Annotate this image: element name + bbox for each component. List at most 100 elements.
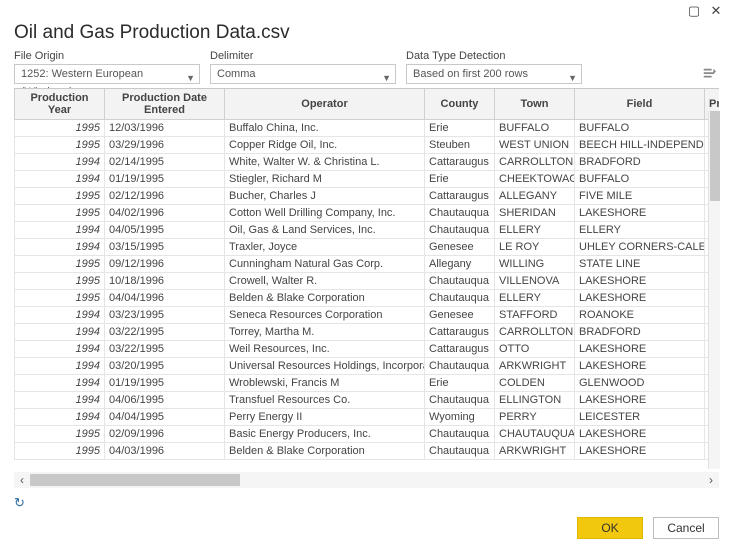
table-row[interactable]: 199510/18/1996Crowell, Walter R.Chautauq… (15, 273, 720, 290)
cell-town: OTTO (495, 341, 575, 358)
table-row[interactable]: 199504/02/1996Cotton Well Drilling Compa… (15, 205, 720, 222)
file-origin-select[interactable]: 1252: Western European (Windows) ▼ (14, 64, 200, 84)
refresh-icon[interactable]: ↻ (14, 495, 25, 511)
cell-year: 1994 (15, 239, 105, 256)
col-field[interactable]: Field (575, 89, 705, 120)
hscroll-thumb[interactable] (30, 474, 240, 486)
hscroll-track[interactable] (30, 474, 703, 486)
cell-field: BEECH HILL-INDEPENDENCE (575, 137, 705, 154)
cell-date: 03/20/1995 (105, 358, 225, 375)
cell-field: UHLEY CORNERS-CALEDONIA (575, 239, 705, 256)
table-row[interactable]: 199403/23/1995Seneca Resources Corporati… (15, 307, 720, 324)
table-row[interactable]: 199402/14/1995White, Walter W. & Christi… (15, 154, 720, 171)
cell-date: 04/02/1996 (105, 205, 225, 222)
cell-county: Erie (425, 375, 495, 392)
cell-town: WILLING (495, 256, 575, 273)
cell-town: STAFFORD (495, 307, 575, 324)
cell-field: LAKESHORE (575, 392, 705, 409)
cell-county: Chautauqua (425, 290, 495, 307)
col-production-date-entered[interactable]: Production Date Entered (105, 89, 225, 120)
table-row[interactable]: 199512/03/1996Buffalo China, Inc.ErieBUF… (15, 120, 720, 137)
close-icon[interactable]: ✕ (705, 3, 727, 19)
table-row[interactable]: 199403/20/1995Universal Resources Holdin… (15, 358, 720, 375)
page-title: Oil and Gas Production Data.csv (0, 22, 733, 50)
col-town[interactable]: Town (495, 89, 575, 120)
cell-field: LAKESHORE (575, 341, 705, 358)
cell-county: Genesee (425, 307, 495, 324)
cancel-button[interactable]: Cancel (653, 517, 719, 539)
scroll-right-icon[interactable]: › (703, 473, 719, 487)
cell-year: 1994 (15, 171, 105, 188)
cell-date: 10/18/1996 (105, 273, 225, 290)
cell-town: VILLENOVA (495, 273, 575, 290)
cell-field: ROANOKE (575, 307, 705, 324)
table-row[interactable]: 199502/12/1996Bucher, Charles JCattaraug… (15, 188, 720, 205)
cell-town: ELLINGTON (495, 392, 575, 409)
import-options: File Origin 1252: Western European (Wind… (0, 50, 733, 88)
detection-select[interactable]: Based on first 200 rows ▼ (406, 64, 582, 84)
table-row[interactable]: 199404/05/1995Oil, Gas & Land Services, … (15, 222, 720, 239)
cell-year: 1994 (15, 154, 105, 171)
cell-year: 1995 (15, 188, 105, 205)
table-row[interactable]: 199404/06/1995Transfuel Resources Co.Cha… (15, 392, 720, 409)
cell-year: 1995 (15, 256, 105, 273)
cell-field: LAKESHORE (575, 358, 705, 375)
cell-date: 04/06/1995 (105, 392, 225, 409)
cell-town: ELLERY (495, 290, 575, 307)
col-county[interactable]: County (425, 89, 495, 120)
import-dialog: ▢ ✕ Oil and Gas Production Data.csv File… (0, 0, 733, 549)
vertical-scrollbar[interactable]: ⌄ (708, 111, 720, 469)
cell-field: LAKESHORE (575, 205, 705, 222)
table-row[interactable]: 199504/04/1996Belden & Blake Corporation… (15, 290, 720, 307)
cell-town: PERRY (495, 409, 575, 426)
header-row: Production Year Production Date Entered … (15, 89, 720, 120)
table-row[interactable]: 199401/19/1995Wroblewski, Francis MErieC… (15, 375, 720, 392)
cell-date: 02/12/1996 (105, 188, 225, 205)
horizontal-scrollbar[interactable]: ‹ › (14, 472, 719, 488)
cell-date: 02/09/1996 (105, 426, 225, 443)
cell-county: Chautauqua (425, 273, 495, 290)
vscroll-thumb[interactable] (710, 111, 720, 201)
cell-county: Chautauqua (425, 358, 495, 375)
col-operator[interactable]: Operator (225, 89, 425, 120)
table-row[interactable]: 199404/04/1995Perry Energy IIWyomingPERR… (15, 409, 720, 426)
cell-county: Chautauqua (425, 443, 495, 460)
cell-field: FIVE MILE (575, 188, 705, 205)
cell-date: 04/04/1995 (105, 409, 225, 426)
cell-date: 12/03/1996 (105, 120, 225, 137)
cell-town: COLDEN (495, 375, 575, 392)
delimiter-group: Delimiter Comma ▼ (210, 50, 396, 84)
cell-field: ELLERY (575, 222, 705, 239)
delimiter-select[interactable]: Comma ▼ (210, 64, 396, 84)
table-row[interactable]: 199503/29/1996Copper Ridge Oil, Inc.Steu… (15, 137, 720, 154)
col-production-year[interactable]: Production Year (15, 89, 105, 120)
cell-operator: Wroblewski, Francis M (225, 375, 425, 392)
cell-year: 1995 (15, 205, 105, 222)
cell-field: STATE LINE (575, 256, 705, 273)
table-row[interactable]: 199403/22/1995Weil Resources, Inc.Cattar… (15, 341, 720, 358)
table-row[interactable]: 199403/22/1995Torrey, Martha M.Cattaraug… (15, 324, 720, 341)
settings-icon[interactable] (699, 64, 719, 84)
maximize-icon[interactable]: ▢ (683, 3, 705, 19)
chevron-down-icon: ▼ (568, 69, 577, 87)
file-origin-group: File Origin 1252: Western European (Wind… (14, 50, 200, 84)
cell-date: 09/12/1996 (105, 256, 225, 273)
cell-date: 01/19/1995 (105, 171, 225, 188)
table-row[interactable]: 199403/15/1995Traxler, JoyceGeneseeLE RO… (15, 239, 720, 256)
cell-town: LE ROY (495, 239, 575, 256)
cell-year: 1994 (15, 324, 105, 341)
preview-grid: Production Year Production Date Entered … (14, 88, 719, 488)
cell-operator: Stiegler, Richard M (225, 171, 425, 188)
cell-county: Erie (425, 120, 495, 137)
table-row[interactable]: 199401/19/1995Stiegler, Richard MErieCHE… (15, 171, 720, 188)
table-row[interactable]: 199509/12/1996Cunningham Natural Gas Cor… (15, 256, 720, 273)
ok-button[interactable]: OK (577, 517, 643, 539)
scroll-left-icon[interactable]: ‹ (14, 473, 30, 487)
cell-date: 04/03/1996 (105, 443, 225, 460)
cell-operator: Universal Resources Holdings, Incorporat… (225, 358, 425, 375)
cell-field: LAKESHORE (575, 290, 705, 307)
table-row[interactable]: 199504/03/1996Belden & Blake Corporation… (15, 443, 720, 460)
grid-viewport[interactable]: Production Year Production Date Entered … (14, 89, 719, 477)
table-row[interactable]: 199502/09/1996Basic Energy Producers, In… (15, 426, 720, 443)
cell-operator: Cotton Well Drilling Company, Inc. (225, 205, 425, 222)
